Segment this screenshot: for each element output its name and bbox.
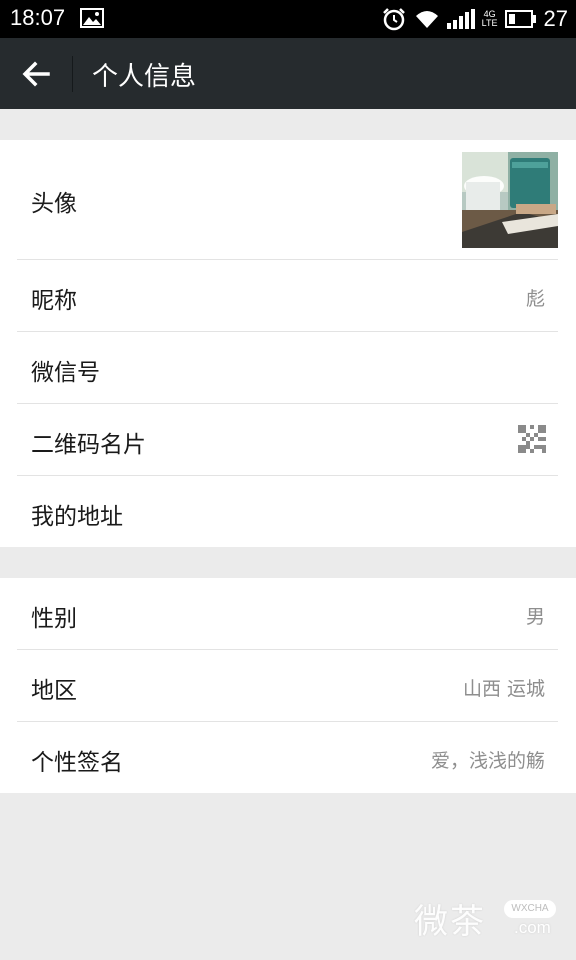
arrow-left-icon[interactable]	[20, 58, 52, 90]
status-icons: 4G LTE 27	[381, 5, 568, 33]
battery-icon	[504, 10, 536, 28]
profile-section-2: 性别 男 地区 山西 运城 个性签名 爱，浅浅的觞	[0, 578, 576, 793]
row-nickname[interactable]: 昵称 彪	[0, 260, 576, 331]
battery-level: 27	[543, 6, 568, 31]
row-label-nickname: 昵称	[31, 288, 77, 314]
row-label-signature: 个性签名	[31, 750, 123, 776]
network-lte-text: LTE	[481, 18, 498, 28]
row-avatar[interactable]: 头像	[0, 140, 576, 259]
row-label-address: 我的地址	[31, 504, 123, 530]
app-bar-divider	[72, 56, 73, 92]
wifi-icon	[415, 11, 438, 28]
profile-section-1: 头像 昵称 彪 微信号 二维码名片 我的地址	[0, 140, 576, 547]
alarm-icon	[382, 8, 405, 31]
watermark-badge: WXCHA	[504, 900, 556, 918]
row-label-avatar: 头像	[31, 191, 77, 217]
row-label-qr-card: 二维码名片	[31, 432, 146, 458]
row-label-wechat-id: 微信号	[31, 360, 100, 386]
row-value-region: 山西 运城	[462, 678, 545, 700]
row-value-nickname: 彪	[525, 288, 545, 310]
row-gender[interactable]: 性别 男	[0, 578, 576, 649]
page-title: 个人信息	[92, 62, 197, 92]
row-value-signature: 爱，浅浅的觞	[430, 750, 545, 772]
status-time: 18:07	[10, 5, 66, 30]
row-qr-card[interactable]: 二维码名片	[0, 404, 576, 475]
row-label-region: 地区	[31, 678, 77, 704]
network-type-label: 4G LTE	[482, 10, 498, 28]
qr-code-icon	[518, 425, 546, 453]
watermark: 微茶 WXCHA .com	[414, 894, 564, 942]
app-bar: 个人信息	[0, 38, 576, 109]
image-notification-icon	[80, 8, 104, 28]
watermark-text: 微茶	[414, 902, 486, 942]
status-bar: 18:07 4G LTE 27	[0, 0, 576, 38]
row-label-gender: 性别	[31, 606, 77, 632]
signal-icon	[446, 9, 475, 29]
row-value-gender: 男	[525, 606, 545, 628]
watermark-domain: .com	[514, 918, 551, 937]
avatar[interactable]	[462, 152, 558, 248]
row-address[interactable]: 我的地址	[0, 476, 576, 547]
row-region[interactable]: 地区 山西 运城	[0, 650, 576, 721]
row-wechat-id[interactable]: 微信号	[0, 332, 576, 403]
row-signature[interactable]: 个性签名 爱，浅浅的觞	[0, 722, 576, 793]
